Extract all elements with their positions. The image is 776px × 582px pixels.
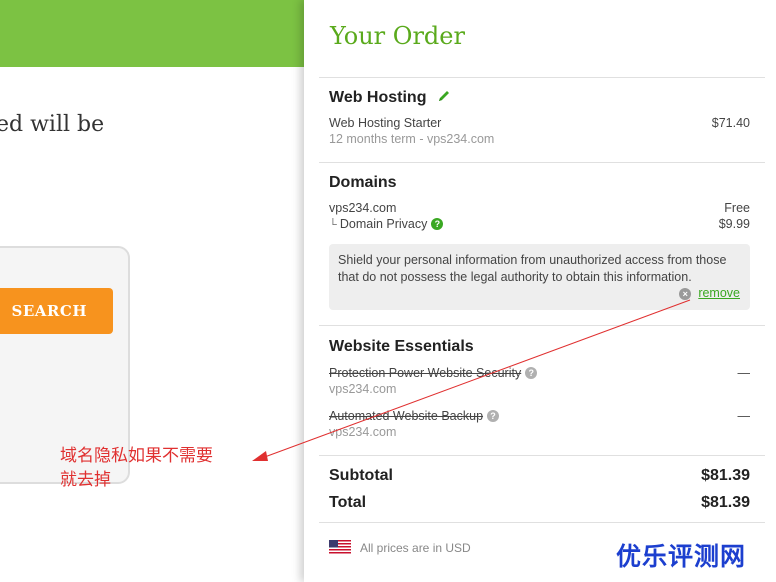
us-flag-icon	[329, 540, 351, 555]
hosting-plan-price: $71.40	[711, 116, 750, 130]
search-button[interactable]: SEARCH	[0, 288, 113, 334]
essential-item-name-wrap: Protection Power Website Security?	[329, 366, 538, 380]
edit-pencil-icon[interactable]	[437, 89, 451, 108]
essential-item-name: Protection Power Website Security	[329, 366, 522, 380]
remove-control[interactable]: × remove	[679, 285, 740, 302]
total-label: Total	[329, 494, 367, 511]
hosting-term: 12 months term - vps234.com	[329, 132, 495, 146]
help-icon[interactable]: ?	[487, 410, 500, 422]
remove-circle-x-icon[interactable]: ×	[679, 287, 692, 300]
web-hosting-title: Web Hosting	[329, 89, 427, 106]
subtotal-value: $81.39	[701, 467, 750, 484]
domain-privacy-info-text: Shield your personal information from un…	[338, 253, 727, 284]
background-page: ed will be SEARCH 域名隐私如果不需要 就去掉	[0, 0, 304, 582]
divider	[319, 325, 765, 326]
domain-privacy-label-wrap: └ Domain Privacy?	[329, 217, 444, 231]
divider	[319, 77, 765, 78]
domain-privacy-row: └ Domain Privacy? $9.99	[329, 217, 750, 231]
domain-name: vps234.com	[329, 201, 397, 215]
essential-item-name-wrap: Automated Website Backup?	[329, 409, 500, 423]
subtotal-label: Subtotal	[329, 467, 393, 484]
cropped-heading-text: ed will be	[0, 112, 105, 137]
essential-item-domain: vps234.com	[329, 382, 397, 396]
annotation-line-2: 就去掉	[60, 470, 111, 490]
domains-title: Domains	[329, 174, 397, 191]
help-icon[interactable]: ?	[431, 218, 444, 230]
hosting-plan-name: Web Hosting Starter	[329, 116, 442, 130]
essential-item-price: —	[737, 409, 751, 423]
domain-price: Free	[724, 201, 750, 215]
domain-privacy-price: $9.99	[718, 217, 750, 231]
total-row: Total $81.39	[329, 494, 750, 512]
essential-item-row: Protection Power Website Security? —	[329, 366, 750, 380]
essential-item-row: Automated Website Backup? —	[329, 409, 750, 423]
order-title: Your Order	[330, 22, 465, 50]
order-summary-panel: Your Order Web Hosting Web Hosting Start…	[304, 0, 776, 582]
currency-note: All prices are in USD	[360, 540, 471, 555]
total-value: $81.39	[701, 494, 750, 511]
divider	[319, 455, 765, 456]
domain-privacy-label: Domain Privacy	[339, 217, 428, 231]
essential-item-price: —	[737, 366, 751, 380]
remove-link[interactable]: remove	[698, 285, 740, 302]
header-bar	[0, 0, 304, 67]
domain-row: vps234.com Free	[329, 201, 750, 215]
watermark-logo: 优乐评测网	[616, 542, 747, 571]
divider	[319, 522, 765, 523]
website-essentials-title: Website Essentials	[329, 338, 474, 355]
web-hosting-section-title: Web Hosting	[329, 89, 451, 108]
sub-item-corner-icon: └	[329, 219, 340, 231]
annotation-note: 域名隐私如果不需要 就去掉	[60, 444, 260, 492]
divider	[319, 162, 765, 163]
help-icon[interactable]: ?	[525, 367, 538, 379]
currency-footer: All prices are in USD	[329, 540, 471, 555]
subtotal-row: Subtotal $81.39	[329, 467, 750, 485]
hosting-plan-row: Web Hosting Starter $71.40	[329, 116, 750, 130]
essential-item-domain: vps234.com	[329, 425, 397, 439]
annotation-line-1: 域名隐私如果不需要	[60, 446, 213, 466]
essential-item-name: Automated Website Backup	[329, 409, 484, 423]
domain-privacy-info-box: Shield your personal information from un…	[329, 244, 750, 310]
